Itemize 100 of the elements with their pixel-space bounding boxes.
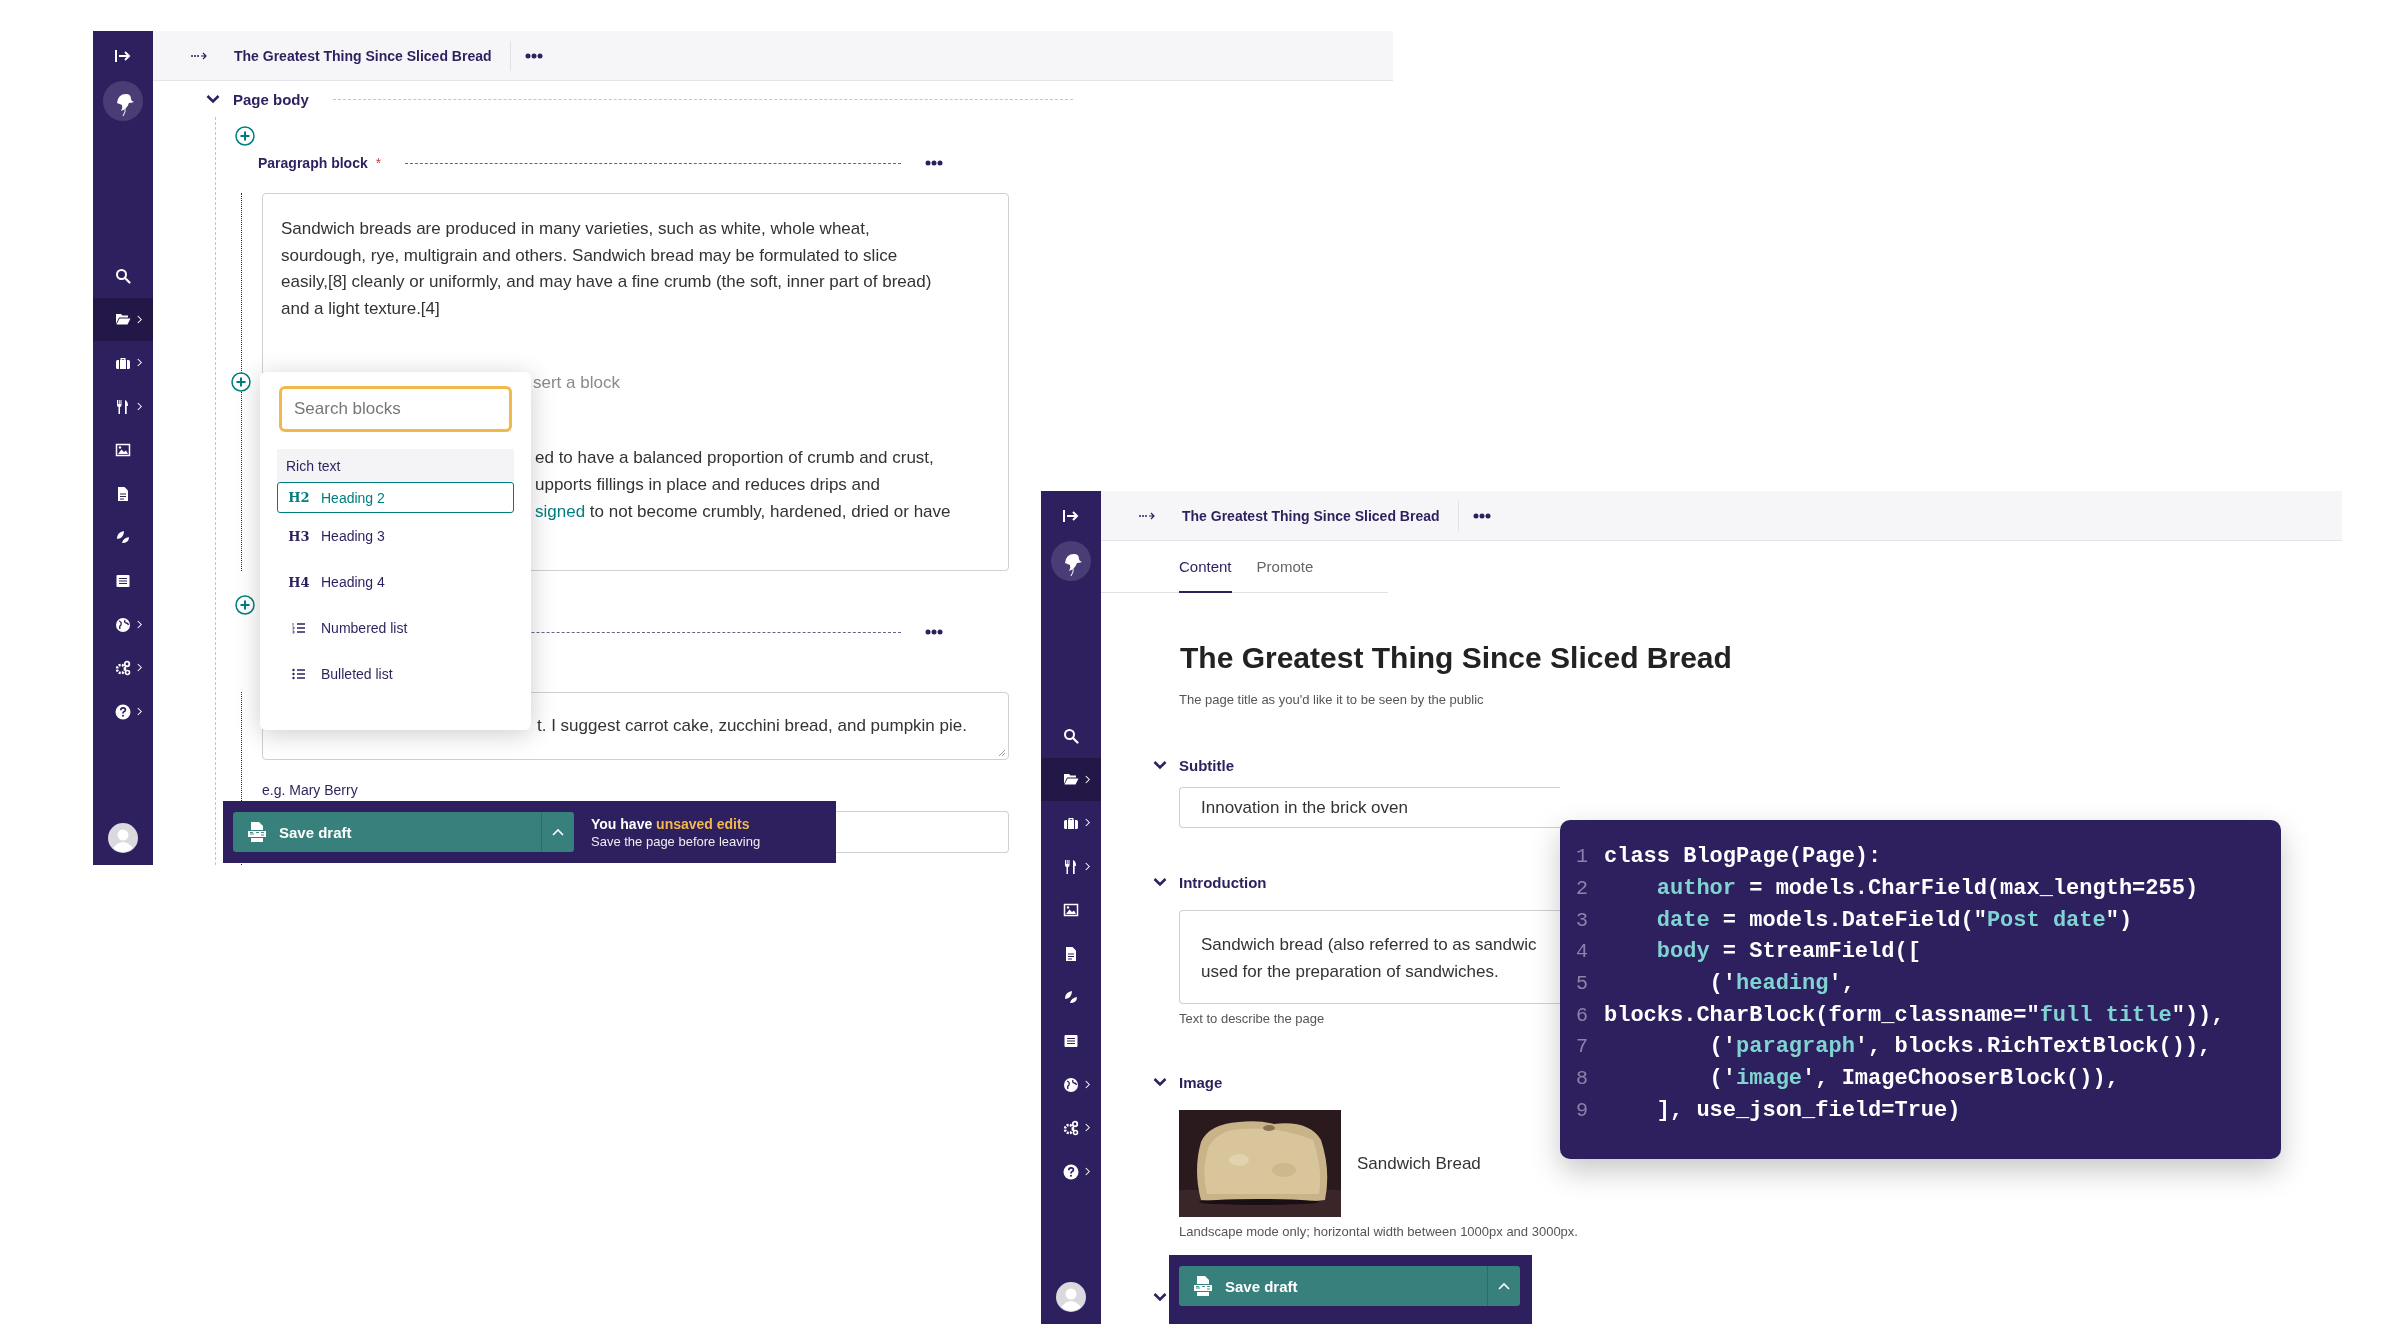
search-icon (115, 267, 131, 284)
menu-item[interactable]: H2 Heading 2 (277, 482, 514, 513)
folder-icon (115, 311, 131, 328)
text-link[interactable]: signed (535, 502, 586, 521)
section-label: Page body (233, 90, 309, 108)
chevron-right-icon (136, 706, 143, 716)
chevron-right-icon (136, 401, 143, 411)
line-number: 6 (1576, 1003, 1589, 1027)
required-mark: * (375, 155, 382, 171)
bulleted-list-icon (292, 668, 306, 680)
help-text: Text to describe the page (1179, 1010, 1325, 1028)
code-line: ('paragraph', blocks.RichTextBlock()), (1708, 1034, 2212, 1060)
draft-file-icon (1193, 1275, 1213, 1297)
group-heading: Rich text (286, 457, 341, 474)
search-icon (1063, 727, 1079, 744)
avatar-icon[interactable] (1056, 1282, 1086, 1312)
more-icon[interactable] (925, 629, 943, 635)
add-block-icon[interactable] (235, 595, 255, 615)
chevron-right-icon (1084, 818, 1091, 828)
field-hint: e.g. Mary Berry (262, 781, 359, 800)
briefcase-icon (115, 355, 131, 371)
collapse-icon[interactable] (1062, 508, 1080, 524)
paragraph-text: Sandwich breads are produced in many varieties, such as white, whole wheat, sourdough, rye, multigrain and others. Sandwich bread may be formulated to slice easily,[8] cleanly or uniformly, and may have a fine crumb (the soft, inner part of bread) and a light texture.[4] (280, 218, 933, 320)
leaf-icon (1063, 989, 1079, 1006)
heading-icon: H2 (288, 490, 310, 505)
save-draft-button[interactable]: Save draft (233, 812, 574, 852)
chevron-right-icon (1084, 1166, 1091, 1176)
line-number: 4 (1576, 940, 1589, 964)
logo-icon[interactable] (1051, 541, 1091, 581)
folder-icon (1063, 771, 1079, 788)
block-label: Paragraph block (258, 155, 368, 171)
tab[interactable]: Content (1179, 541, 1232, 593)
form-icon (115, 572, 131, 589)
breadcrumb-icon[interactable] (1138, 510, 1156, 521)
more-icon[interactable] (1472, 512, 1491, 519)
document-icon (1063, 945, 1079, 962)
collapse-icon[interactable] (114, 48, 132, 64)
chevron-right-icon (136, 663, 143, 673)
nav-item[interactable] (1041, 757, 1101, 802)
paragraph-text: ed to have a balanced proportion of crumb and crust, upports fillings in place and reduces drips and signed to not become crumbly, hardened, dried or have (535, 447, 951, 523)
chevron-right-icon (136, 619, 143, 629)
chevron-right-icon (136, 358, 143, 368)
code-line: blocks.CharBlock(form_classname="full title")), (1604, 1002, 2225, 1028)
line-number: 1 (1576, 845, 1589, 869)
page-title: The Greatest Thing Since Sliced Bread (1182, 507, 1440, 524)
utensils-icon (1063, 858, 1079, 875)
chevron-right-icon (1084, 861, 1091, 871)
add-block-icon[interactable] (231, 372, 251, 392)
insert-hint: sert a block (533, 372, 620, 394)
code-line: class BlogPage(Page): (1604, 844, 1882, 870)
line-number: 7 (1576, 1035, 1589, 1059)
page-title: The Greatest Thing Since Sliced Bread (234, 47, 492, 64)
panel-heading: Image (1179, 1073, 1223, 1091)
form-icon (1063, 1032, 1079, 1049)
more-icon[interactable] (524, 52, 543, 59)
help-text: The page title as you'd like it to be seen by the public (1179, 691, 1484, 709)
help-icon (115, 703, 131, 720)
code-line: author = models.CharField(max_length=255) (1655, 876, 2199, 902)
chevron-right-icon (1084, 774, 1091, 784)
help-text: Landscape mode only; horizontal width between 1000px and 3000px. (1179, 1223, 1578, 1241)
line-number: 3 (1576, 908, 1589, 932)
panel-heading: Introduction (1179, 873, 1267, 891)
add-block-icon[interactable] (235, 126, 255, 146)
more-icon[interactable] (925, 160, 943, 166)
page-heading: The Greatest Thing Since Sliced Bread (1180, 640, 1732, 676)
code-line: ('image', ImageChooserBlock()), (1708, 1066, 2119, 1092)
image-title: Sandwich Bread (1357, 1153, 1481, 1174)
leaf-icon (115, 529, 131, 546)
image-icon (1063, 902, 1079, 919)
avatar-icon[interactable] (108, 823, 138, 853)
panel-heading: Subtitle (1179, 756, 1234, 774)
help-icon (1063, 1163, 1079, 1180)
chevron-right-icon (1084, 1079, 1091, 1089)
text-area[interactable]: Sandwich bread (also referred to as sandwic used for the preparation of sandwiches. (1179, 910, 1560, 1004)
code-line: body = StreamField([ (1655, 939, 1921, 965)
heading-icon: H3 (288, 528, 310, 544)
tab[interactable]: Promote (1256, 541, 1314, 593)
status-text: You have unsaved edits (591, 815, 751, 832)
globe-icon (115, 616, 131, 633)
save-draft-button[interactable]: Save draft (1179, 1266, 1520, 1306)
draft-file-icon (247, 821, 267, 843)
numbered-list-icon (292, 622, 306, 634)
search-field[interactable]: Search blocks (279, 386, 512, 432)
resize-grip-icon[interactable] (998, 749, 1006, 757)
caret-up-icon[interactable] (1498, 1282, 1510, 1290)
code-line: ('heading', (1708, 971, 1855, 997)
input-field[interactable]: Innovation in the brick oven (1179, 787, 1560, 828)
heading-icon: H4 (288, 574, 310, 590)
nav-item[interactable] (93, 297, 153, 342)
status-detail: Save the page before leaving (591, 833, 761, 849)
globe-icon (1063, 1076, 1079, 1093)
line-number: 5 (1576, 972, 1589, 996)
image-icon (115, 442, 131, 459)
text-area-value: t. I suggest carrot cake, zucchini bread, and pumpkin pie. (537, 716, 967, 736)
logo-icon[interactable] (103, 81, 143, 121)
document-icon (115, 485, 131, 502)
breadcrumb-icon[interactable] (190, 50, 208, 61)
caret-up-icon[interactable] (552, 828, 564, 836)
briefcase-icon (1063, 815, 1079, 831)
utensils-icon (115, 398, 131, 415)
